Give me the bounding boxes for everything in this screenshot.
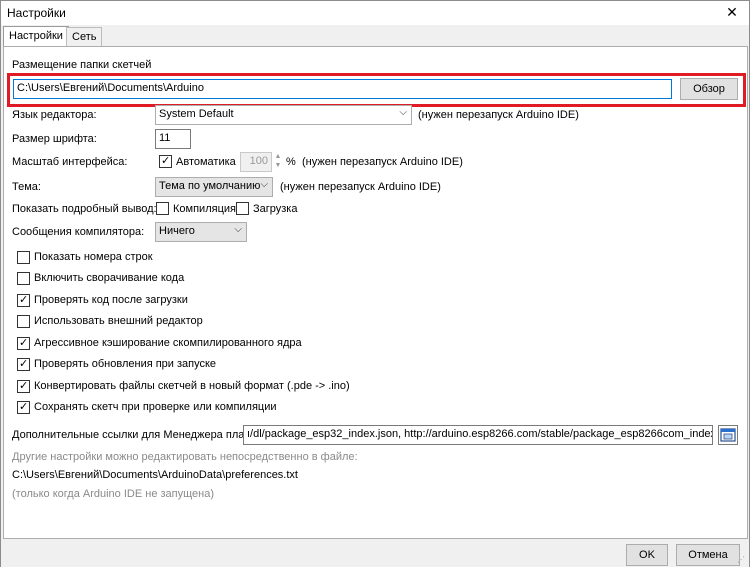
option-label-verify-upload: Проверять код после загрузки (34, 294, 188, 306)
scale-unit: % (286, 156, 296, 168)
font-size-label: Размер шрифта: (12, 133, 97, 145)
option-checkbox-save-on-verify[interactable] (17, 401, 30, 414)
option-label-code-folding: Включить сворачивание кода (34, 272, 185, 284)
scale-spinner[interactable]: 100 (240, 152, 272, 172)
scale-auto-checkbox[interactable] (159, 155, 172, 168)
board-urls-input[interactable]: ı/dl/package_esp32_index.json, http://ar… (243, 425, 713, 445)
chevron-down-icon: ⌵ (399, 107, 407, 118)
verbose-label: Показать подробный вывод: (12, 203, 157, 215)
editor-language-value: System Default (159, 108, 234, 120)
board-urls-label: Дополнительные ссылки для Менеджера плат… (12, 429, 253, 441)
option-label-core-cache: Агрессивное кэширование скомпилированног… (34, 337, 302, 349)
prefs-file-path: C:\Users\Евгений\Documents\ArduinoData\p… (12, 469, 298, 481)
ide-not-running-note: (только когда Arduino IDE не запущена) (12, 488, 215, 500)
compiler-warnings-value: Ничего (159, 225, 195, 237)
title-bar: Настройки ✕ (1, 1, 749, 25)
option-checkbox-line-numbers[interactable] (17, 251, 30, 264)
tab-network[interactable]: Сеть (66, 27, 103, 46)
editor-language-label: Язык редактора: (12, 109, 97, 121)
verbose-compile-checkbox[interactable] (156, 202, 169, 215)
option-label-line-numbers: Показать номера строк (34, 251, 153, 263)
scale-note: (нужен перезапуск Arduino IDE) (302, 156, 463, 168)
scale-label: Масштаб интерфейса: (12, 156, 128, 168)
settings-panel: Размещение папки скетчей C:\Users\Евгени… (3, 46, 748, 539)
verbose-upload-checkbox[interactable] (236, 202, 249, 215)
option-checkbox-convert-extension[interactable] (17, 380, 30, 393)
edit-urls-button[interactable] (718, 425, 738, 445)
option-label-external-editor: Использовать внешний редактор (34, 315, 203, 327)
option-label-check-updates: Проверять обновления при запуске (34, 358, 217, 370)
spinner-arrows-icon[interactable]: ▲ ▼ (272, 152, 284, 172)
preferences-window: Настройки ✕ Настройки Сеть Размещение па… (0, 0, 750, 567)
editor-language-note: (нужен перезапуск Arduino IDE) (418, 109, 579, 121)
option-checkbox-external-editor[interactable] (17, 315, 30, 328)
compiler-warnings-select[interactable]: Ничего ⌵ (155, 222, 247, 242)
more-prefs-note: Другие настройки можно редактировать неп… (12, 451, 358, 463)
font-size-input[interactable]: 11 (155, 129, 191, 149)
browse-button[interactable]: Обзор (680, 78, 738, 100)
theme-select[interactable]: Тема по умолчанию ⌵ (155, 177, 273, 197)
window-title: Настройки (7, 6, 66, 20)
cancel-button[interactable]: Отмена (676, 544, 740, 566)
option-checkbox-code-folding[interactable] (17, 272, 30, 285)
verbose-upload-label: Загрузка (253, 203, 298, 215)
ok-button[interactable]: OK (626, 544, 668, 566)
option-checkbox-core-cache[interactable] (17, 337, 30, 350)
verbose-compile-label: Компиляция (173, 203, 236, 215)
option-label-save-on-verify: Сохранять скетч при проверке или компиля… (34, 401, 277, 413)
sketchbook-path-input[interactable]: C:\Users\Евгений\Documents\Arduino (13, 79, 672, 99)
chevron-down-icon: ⌵ (234, 224, 242, 235)
dialog-button-bar: OK Отмена ⋰ (1, 539, 749, 567)
option-checkbox-check-updates[interactable] (17, 358, 30, 371)
close-icon[interactable]: ✕ (721, 2, 743, 22)
option-label-convert-extension: Конвертировать файлы скетчей в новый фор… (34, 380, 350, 392)
theme-note: (нужен перезапуск Arduino IDE) (280, 181, 441, 193)
editor-language-select[interactable]: System Default ⌵ (155, 105, 412, 125)
option-checkbox-verify-upload[interactable] (17, 294, 30, 307)
theme-value: Тема по умолчанию (159, 180, 261, 192)
window-list-icon (720, 428, 736, 442)
sketchbook-label: Размещение папки скетчей (12, 59, 152, 71)
scale-auto-label: Автоматика (176, 156, 236, 168)
tab-settings[interactable]: Настройки (3, 26, 69, 47)
theme-label: Тема: (12, 181, 41, 193)
compiler-warnings-label: Сообщения компилятора: (12, 226, 145, 238)
chevron-down-icon: ⌵ (260, 179, 268, 190)
resize-grip-icon[interactable]: ⋰ (737, 555, 747, 565)
